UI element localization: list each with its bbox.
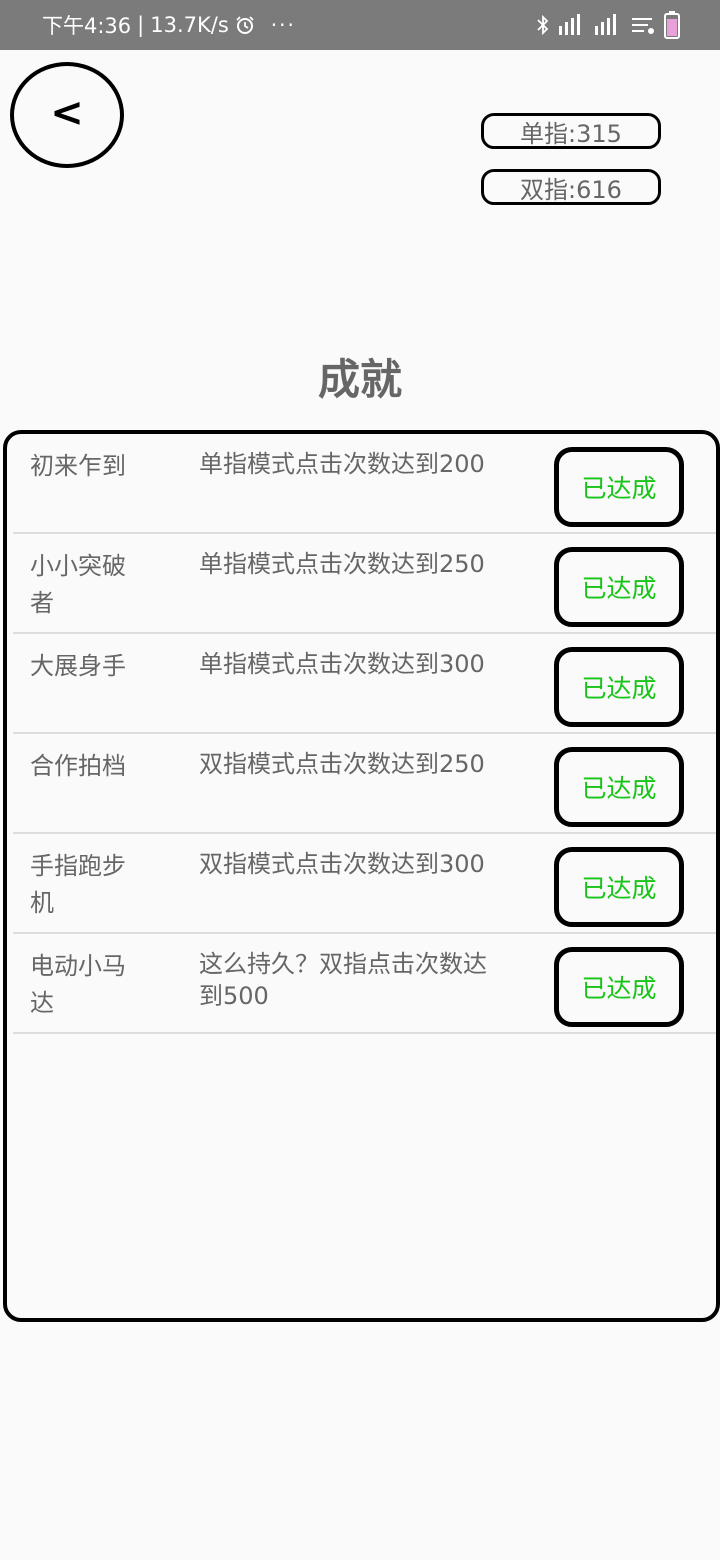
back-arrow-icon: < <box>50 90 84 136</box>
achievement-status-button[interactable]: 已达成 <box>554 747 684 827</box>
achievement-desc: 单指模式点击次数达到250 <box>199 550 485 578</box>
wifi-icon <box>632 18 654 34</box>
achievement-row: 电动小马达 这么持久？双指点击次数达到500 已达成 <box>13 934 716 1034</box>
achievement-status-button[interactable]: 已达成 <box>554 847 684 927</box>
achievement-name: 小小突破者 <box>30 552 126 617</box>
alarm-clock-icon <box>236 16 254 34</box>
achievement-list[interactable]: 初来乍到 单指模式点击次数达到200 已达成 小小突破者 单指模式点击次数达到2… <box>3 430 720 1322</box>
achievement-row: 初来乍到 单指模式点击次数达到200 已达成 <box>13 434 716 534</box>
achievement-name: 合作拍档 <box>30 752 126 780</box>
achievement-row: 大展身手 单指模式点击次数达到300 已达成 <box>13 634 716 734</box>
signal-icon <box>559 14 580 35</box>
achievement-status-button[interactable]: 已达成 <box>554 647 684 727</box>
achievement-desc: 单指模式点击次数达到200 <box>199 450 485 478</box>
achievement-row: 合作拍档 双指模式点击次数达到250 已达成 <box>13 734 716 834</box>
achievement-name: 大展身手 <box>30 652 126 680</box>
achievement-desc: 双指模式点击次数达到300 <box>199 850 485 878</box>
achievement-name: 初来乍到 <box>30 452 126 480</box>
achievement-status-button[interactable]: 已达成 <box>554 447 684 527</box>
achievement-desc: 单指模式点击次数达到300 <box>199 650 485 678</box>
network-speed: 13.7K/s <box>150 13 229 37</box>
single-finger-count: 单指:315 <box>481 113 661 149</box>
achievement-name: 电动小马达 <box>30 952 126 1017</box>
more-dots: ··· <box>270 13 296 37</box>
achievement-name: 手指跑步机 <box>30 852 126 917</box>
achievement-desc: 这么持久？双指点击次数达到500 <box>199 950 487 1010</box>
page-title: 成就 <box>317 355 402 404</box>
battery-icon <box>664 11 680 39</box>
status-bar: 下午4:36 | 13.7K/s ··· <box>0 0 720 50</box>
bluetooth-icon <box>537 14 549 36</box>
achievement-status-button[interactable]: 已达成 <box>554 547 684 627</box>
status-time: 下午4:36 <box>42 14 132 38</box>
double-finger-count: 双指:616 <box>481 169 661 205</box>
status-bar-right <box>536 0 680 50</box>
status-divider: | <box>137 13 145 37</box>
achievement-row: 小小突破者 单指模式点击次数达到250 已达成 <box>13 534 716 634</box>
achievement-desc: 双指模式点击次数达到250 <box>199 750 485 778</box>
back-button[interactable]: < <box>10 62 124 168</box>
signal-icon <box>595 14 616 35</box>
status-bar-left: 下午4:36 | 13.7K/s ··· <box>42 0 296 50</box>
achievement-row: 手指跑步机 双指模式点击次数达到300 已达成 <box>13 834 716 934</box>
achievement-status-button[interactable]: 已达成 <box>554 947 684 1027</box>
